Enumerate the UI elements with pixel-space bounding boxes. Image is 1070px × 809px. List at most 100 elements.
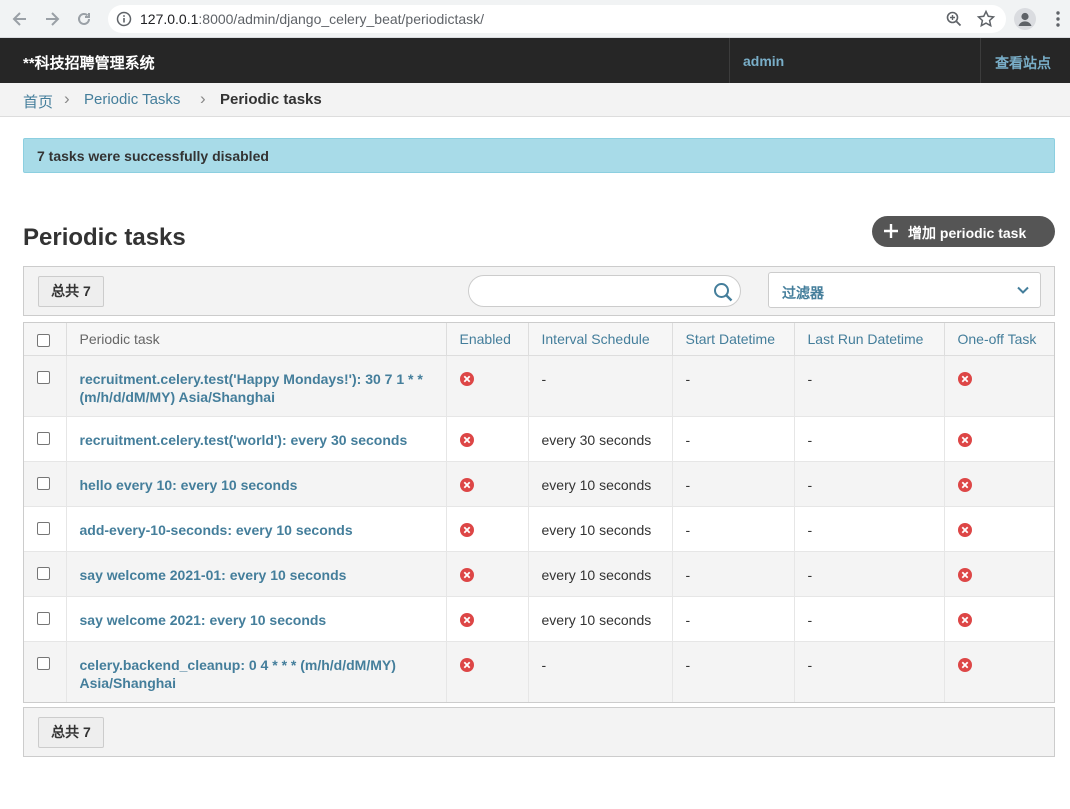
interval-cell: - [528,641,673,702]
interval-cell: - [528,355,673,417]
table-header-row: Periodic task Enabled Interval Schedule … [24,323,1054,356]
icon-no-icon [459,657,474,672]
one-off-cell [944,506,1054,552]
site-header: **科技招聘管理系统 admin 查看站点 [0,38,1070,83]
last-run-cell: - [794,355,945,417]
add-periodic-task-button[interactable]: 增加 periodic task [872,216,1055,247]
interval-cell: every 30 seconds [528,416,673,462]
row-checkbox[interactable] [37,370,50,384]
last-run-cell: - [794,506,945,552]
task-link[interactable]: say welcome 2021-01: every 10 seconds [80,567,347,583]
row-select-cell [24,461,67,507]
breadcrumb-app[interactable]: Periodic Tasks [84,91,180,108]
row-checkbox[interactable] [37,431,50,445]
breadcrumb-separator: › [200,89,206,108]
user-tools: admin [729,38,981,83]
view-site-link[interactable]: 查看站点 [995,53,1051,73]
column-header-one-off-task[interactable]: One-off Task [944,323,1054,356]
row-select-cell [24,641,67,702]
column-header-start-datetime[interactable]: Start Datetime [672,323,795,356]
row-select-cell [24,506,67,552]
row-select-cell [24,551,67,597]
reload-icon[interactable] [74,9,94,29]
task-link[interactable]: recruitment.celery.test('world'): every … [80,432,408,448]
start-datetime-cell: - [672,551,795,597]
row-checkbox[interactable] [37,566,50,580]
icon-no-icon [957,432,972,447]
enabled-cell [446,355,529,417]
plus-icon [882,219,900,248]
back-arrow-icon[interactable] [10,9,30,29]
url-text: 127.0.0.1:8000/admin/django_celery_beat/… [140,11,485,27]
interval-cell: every 10 seconds [528,506,673,552]
one-off-cell [944,416,1054,462]
page-title: Periodic tasks [23,224,186,251]
paginator: 总共 7 [23,707,1055,757]
user-name: admin [743,53,785,69]
column-header-interval-schedule[interactable]: Interval Schedule [528,323,673,356]
enabled-cell [446,551,529,597]
start-datetime-cell: - [672,355,795,417]
last-run-cell: - [794,461,945,507]
interval-cell: every 10 seconds [528,461,673,507]
forward-arrow-icon[interactable] [42,9,62,29]
site-title[interactable]: **科技招聘管理系统 [23,52,155,73]
bookmark-star-icon[interactable] [976,9,996,29]
table-row: add-every-10-seconds: every 10 seconds ev… [24,506,1054,552]
task-cell: say welcome 2021-01: every 10 seconds [66,551,447,597]
task-link[interactable]: recruitment.celery.test('Happy Mondays!'… [80,371,423,405]
interval-cell: every 10 seconds [528,596,673,642]
row-checkbox[interactable] [37,476,50,490]
enabled-cell [446,461,529,507]
icon-no-icon [957,612,972,627]
task-cell: recruitment.celery.test('world'): every … [66,416,447,462]
column-header-last-run-datetime[interactable]: Last Run Datetime [794,323,945,356]
success-message-text: 7 tasks were successfully disabled [37,148,269,164]
icon-no-icon [957,657,972,672]
row-select-cell [24,596,67,642]
icon-no-icon [459,371,474,386]
task-link[interactable]: add-every-10-seconds: every 10 seconds [80,522,353,538]
column-header-periodic-task: Periodic task [66,323,447,356]
start-datetime-cell: - [672,416,795,462]
table-row: recruitment.celery.test('world'): every … [24,416,1054,462]
table-row: celery.backend_cleanup: 0 4 * * * (m/h/d… [24,641,1054,702]
task-cell: hello every 10: every 10 seconds [66,461,447,507]
result-count-button[interactable]: 总共 7 [38,717,104,748]
more-menu-icon[interactable] [1050,8,1066,30]
row-checkbox[interactable] [37,611,50,625]
start-datetime-cell: - [672,506,795,552]
icon-no-icon [459,432,474,447]
select-all-checkbox[interactable] [37,333,50,347]
column-header-enabled[interactable]: Enabled [446,323,529,356]
table-row: say welcome 2021: every 10 seconds every … [24,596,1054,642]
breadcrumb-current: Periodic tasks [220,91,322,108]
filter-dropdown[interactable]: 过滤器 [768,272,1041,308]
task-link[interactable]: say welcome 2021: every 10 seconds [80,612,327,628]
task-link[interactable]: hello every 10: every 10 seconds [80,477,298,493]
result-count-button[interactable]: 总共 7 [38,276,104,307]
success-message: 7 tasks were successfully disabled [23,138,1055,173]
add-button-label: 增加 periodic task [908,225,1027,241]
icon-no-icon [459,522,474,537]
row-checkbox[interactable] [37,656,50,670]
enabled-cell [446,641,529,702]
task-cell: celery.backend_cleanup: 0 4 * * * (m/h/d… [66,641,447,702]
one-off-cell [944,355,1054,417]
search-input[interactable] [468,275,741,307]
row-checkbox[interactable] [37,521,50,535]
breadcrumb-home[interactable]: 首页 [23,91,53,112]
breadcrumb: 首页 › Periodic Tasks › Periodic tasks [0,83,1070,117]
last-run-cell: - [794,641,945,702]
start-datetime-cell: - [672,596,795,642]
filter-label: 过滤器 [782,285,824,301]
profile-avatar-icon[interactable] [1014,8,1036,30]
task-link[interactable]: celery.backend_cleanup: 0 4 * * * (m/h/d… [80,657,396,691]
info-icon[interactable] [116,11,132,27]
icon-no-icon [957,477,972,492]
search-icon[interactable] [712,281,734,303]
zoom-icon[interactable] [944,9,964,29]
address-bar[interactable]: 127.0.0.1:8000/admin/django_celery_beat/… [108,5,1006,33]
last-run-cell: - [794,596,945,642]
one-off-cell [944,641,1054,702]
